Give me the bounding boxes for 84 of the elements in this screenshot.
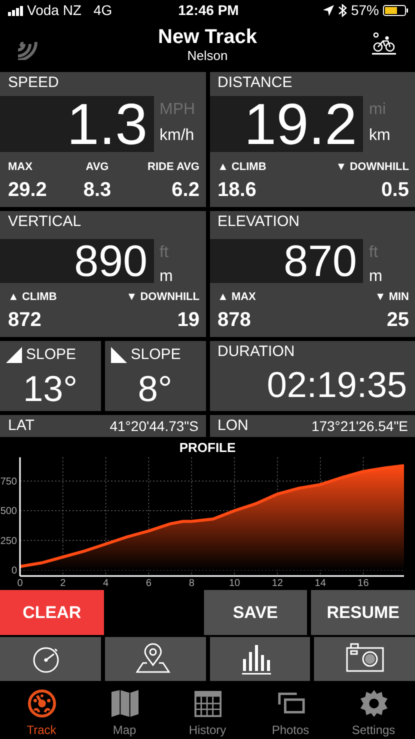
stopwatch-button[interactable]: [0, 637, 101, 681]
tab-item[interactable]: Settings: [332, 685, 415, 739]
bluetooth-icon: [338, 4, 347, 16]
x-tick-label: 8: [188, 578, 194, 588]
stat-value: 29.2: [8, 179, 47, 201]
value-display: 870: [210, 239, 363, 283]
stat-label: ▼ DOWNHILL: [336, 160, 409, 174]
camera-button[interactable]: [314, 637, 415, 681]
stat-label: AVG: [86, 160, 109, 174]
chart-title: PROFILE: [179, 440, 236, 456]
calendar-icon: [192, 689, 222, 718]
y-tick-label: 500: [0, 506, 17, 518]
battery-icon: [383, 4, 409, 16]
slope-value: 13°: [22, 366, 79, 410]
x-tick-label: 0: [17, 578, 23, 588]
uphill-slope-icon: [6, 347, 22, 364]
tab-item[interactable]: Map: [83, 685, 166, 739]
stat-label: ▲ CLIMB: [218, 160, 266, 174]
track-title: New Track: [158, 26, 257, 48]
x-tick-label: 2: [60, 578, 66, 588]
signal-icon: [8, 4, 23, 16]
unit-label[interactable]: m: [369, 265, 415, 289]
stat-label: ▼ MIN: [374, 290, 409, 304]
unit-label[interactable]: km/h: [160, 124, 206, 148]
panel-title: SPEED: [7, 73, 60, 93]
location-icon: [322, 4, 334, 16]
stat-value: 878: [218, 309, 251, 331]
tab-item[interactable]: Track: [0, 685, 83, 739]
bar-chart-button[interactable]: [210, 637, 310, 681]
coordinate-value: 41°20'44.73"S: [110, 416, 198, 436]
action-button[interactable]: SAVE: [204, 590, 308, 635]
carrier-name: Voda NZ: [27, 0, 82, 20]
coordinate-label: LON: [218, 416, 248, 436]
x-tick-label: 14: [314, 578, 326, 588]
y-tick-label: 250: [0, 536, 17, 547]
cyclist-icon[interactable]: [372, 32, 396, 55]
stat-label: ▼ DOWNHILL: [126, 290, 200, 304]
x-tick-label: 10: [228, 578, 240, 588]
duration-value: 02:19:35: [266, 363, 408, 407]
settings-icon: [358, 689, 388, 718]
x-tick-label: 12: [272, 578, 283, 588]
map-pin-button[interactable]: [104, 637, 206, 681]
stat-value: 6.2: [172, 179, 200, 201]
stat-value: 872: [8, 309, 42, 331]
action-button[interactable]: RESUME: [311, 590, 415, 635]
slope-value: 8°: [136, 366, 174, 410]
value-display: 19.2: [210, 96, 363, 152]
value-display: 890: [0, 239, 154, 283]
panel-title: DURATION: [216, 342, 296, 362]
map-icon: [110, 689, 140, 718]
track-location: Nelson: [187, 48, 228, 64]
camera-icon: [346, 643, 384, 675]
tab-item[interactable]: History: [166, 685, 249, 739]
unit-label[interactable]: m: [160, 265, 206, 289]
panel-title: SLOPE: [26, 345, 76, 365]
stat-value: 8.3: [83, 179, 112, 201]
x-tick-label: 6: [146, 578, 152, 588]
value-display: 1.3: [0, 96, 154, 152]
panel-title: ELEVATION: [216, 212, 300, 232]
clock: 12:46 PM: [177, 0, 240, 20]
stat-label: RIDE AVG: [148, 160, 200, 174]
battery-percent: 57%: [350, 0, 379, 20]
stat-value: 25: [386, 309, 409, 331]
panel-title: DISTANCE: [216, 73, 294, 93]
network-type: 4G: [93, 0, 112, 20]
speedometer-icon: [26, 689, 56, 718]
unit-label[interactable]: km: [369, 124, 415, 148]
x-tick-label: 16: [358, 578, 369, 588]
tab-item[interactable]: Photos: [249, 685, 332, 739]
coordinate-label: LAT: [8, 416, 34, 436]
stat-value: 18.6: [218, 179, 256, 201]
downhill-slope-icon: [110, 347, 127, 364]
panel-title: VERTICAL: [7, 212, 82, 232]
stat-label: ▲ CLIMB: [8, 290, 57, 304]
stat-value: 19: [177, 309, 200, 331]
panel-title: SLOPE: [130, 345, 181, 365]
coordinate-value: 173°21'26.54"E: [311, 416, 408, 436]
stat-value: 0.5: [381, 179, 409, 201]
x-tick-label: 4: [103, 578, 109, 588]
y-tick-label: 750: [0, 476, 17, 488]
action-button[interactable]: CLEAR: [0, 590, 104, 635]
y-tick-label: 0: [11, 566, 17, 577]
stat-label: ▲ MAX: [218, 290, 256, 304]
stat-label: MAX: [8, 160, 32, 174]
